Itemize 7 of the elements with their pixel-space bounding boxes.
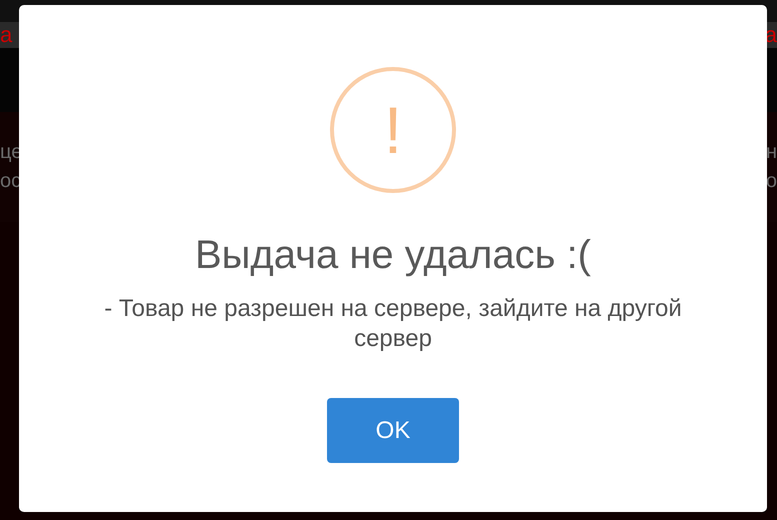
ok-button[interactable]: OK (327, 398, 459, 463)
dialog-title: Выдача не удалась :( (194, 233, 591, 278)
body-text: о (766, 170, 777, 193)
body-text: н (766, 141, 777, 164)
dialog-message: - Товар не разрешен на сервере, зайдите на другой сервер (103, 294, 683, 354)
warning-icon: ! (330, 67, 456, 193)
header-text: а (0, 22, 12, 48)
